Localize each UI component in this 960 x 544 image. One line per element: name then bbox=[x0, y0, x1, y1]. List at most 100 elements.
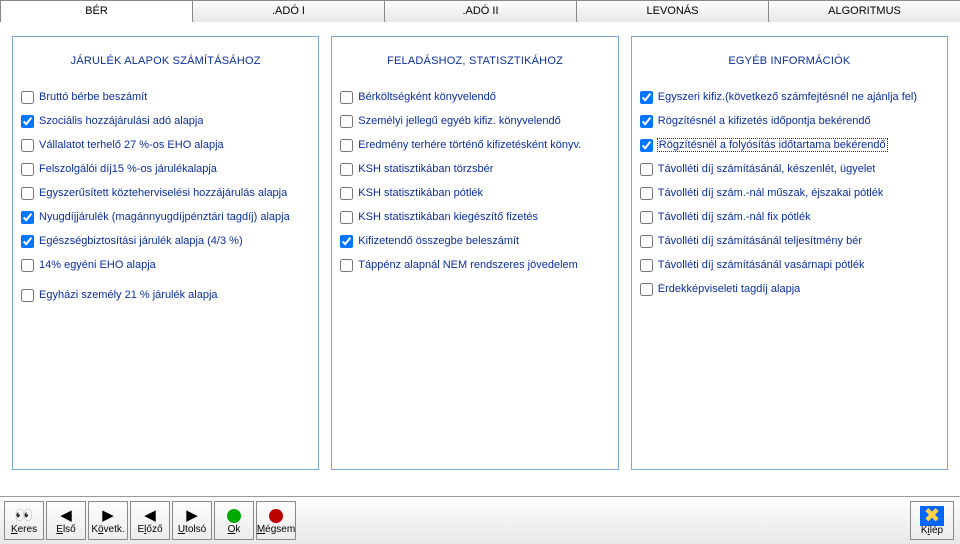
checkbox-row: Rögzítésnél a folyósítás időtartama beké… bbox=[638, 133, 941, 157]
checkbox[interactable] bbox=[340, 91, 353, 104]
checkbox[interactable] bbox=[640, 187, 653, 200]
checkbox-label: Egészségbiztosítási járulék alapja (4/3 … bbox=[39, 235, 243, 247]
checkbox[interactable] bbox=[340, 259, 353, 272]
checkbox[interactable] bbox=[640, 139, 653, 152]
checkbox-label: Eredmény terhére történő kifizetésként k… bbox=[358, 139, 581, 151]
first-icon: ◀ bbox=[60, 507, 72, 525]
checkbox-row: Távolléti díj szám.-nál fix pótlék bbox=[638, 205, 941, 229]
checkbox[interactable] bbox=[340, 163, 353, 176]
checkbox-row: Nyugdíjjárulék (magánnyugdíjpénztári tag… bbox=[19, 205, 312, 229]
checkbox-label: Személyi jellegű egyéb kifiz. könyvelend… bbox=[358, 115, 560, 127]
checkbox-row: Távolléti díj számításánál, készenlét, ü… bbox=[638, 157, 941, 181]
checkbox[interactable] bbox=[21, 187, 34, 200]
checkbox[interactable] bbox=[340, 187, 353, 200]
checkbox[interactable] bbox=[340, 115, 353, 128]
checkbox-label: Távolléti díj számításánál, készenlét, ü… bbox=[658, 163, 876, 175]
checkbox-label: 14% egyéni EHO alapja bbox=[39, 259, 156, 271]
ok-button[interactable]: Ok bbox=[214, 501, 254, 540]
last-icon: ▶ bbox=[186, 507, 198, 525]
checkbox-row: Felszolgálói díj15 %-os járulékalapja bbox=[19, 157, 312, 181]
panel-egyeb: EGYÉB INFORMÁCIÓK Egyszeri kifiz.(követk… bbox=[631, 36, 948, 470]
checkbox-row: Személyi jellegű egyéb kifiz. könyvelend… bbox=[338, 109, 611, 133]
checkbox-label: Táppénz alapnál NEM rendszeres jövedelem bbox=[358, 259, 578, 271]
tab-content: JÁRULÉK ALAPOK SZÁMÍTÁSÁHOZ Bruttó bérbe… bbox=[0, 22, 960, 470]
checkbox-row: Táppénz alapnál NEM rendszeres jövedelem bbox=[338, 253, 611, 277]
toolbar: 👀Keres ◀Első ▶Követk. ◀Előző ▶Utolsó Ok … bbox=[0, 496, 960, 544]
elozo-button[interactable]: ◀Előző bbox=[130, 501, 170, 540]
cancel-icon bbox=[269, 507, 283, 525]
checkbox-row: Rögzítésnél a kifizetés időpontja bekére… bbox=[638, 109, 941, 133]
checkbox-row: Egészségbiztosítási járulék alapja (4/3 … bbox=[19, 229, 312, 253]
checkbox-label: Távolléti díj számításánál vasárnapi pót… bbox=[658, 259, 865, 271]
checkbox[interactable] bbox=[640, 163, 653, 176]
checkbox-row: Érdekképviseleti tagdíj alapja bbox=[638, 277, 941, 301]
tab-levonas[interactable]: LEVONÁS bbox=[576, 0, 769, 22]
checkbox[interactable] bbox=[340, 211, 353, 224]
panel-title: JÁRULÉK ALAPOK SZÁMÍTÁSÁHOZ bbox=[19, 45, 312, 85]
checkbox[interactable] bbox=[21, 289, 34, 302]
checkbox-label: Bérköltségként könyvelendő bbox=[358, 91, 496, 103]
kilep-button[interactable]: ✖Kilép bbox=[910, 501, 954, 540]
utolso-button[interactable]: ▶Utolsó bbox=[172, 501, 212, 540]
keres-button[interactable]: 👀Keres bbox=[4, 501, 44, 540]
checkbox-row: Távolléti díj számításánál vasárnapi pót… bbox=[638, 253, 941, 277]
checkbox[interactable] bbox=[640, 283, 653, 296]
checkbox-label: KSH statisztikában pótlék bbox=[358, 187, 483, 199]
checkbox-label: Érdekképviseleti tagdíj alapja bbox=[658, 283, 800, 295]
checkbox[interactable] bbox=[640, 259, 653, 272]
checkbox[interactable] bbox=[21, 115, 34, 128]
checkbox-row: Kifizetendő összegbe beleszámít bbox=[338, 229, 611, 253]
checkbox-label: Kifizetendő összegbe beleszámít bbox=[358, 235, 519, 247]
checkbox-label: Rögzítésnél a folyósítás időtartama beké… bbox=[657, 138, 888, 152]
checkbox-label: Nyugdíjjárulék (magánnyugdíjpénztári tag… bbox=[39, 211, 290, 223]
checkbox-row: Egyházi személy 21 % járulék alapja bbox=[19, 283, 312, 307]
checkbox[interactable] bbox=[21, 91, 34, 104]
checkbox-row: Eredmény terhére történő kifizetésként k… bbox=[338, 133, 611, 157]
checkbox-label: Egyházi személy 21 % járulék alapja bbox=[39, 289, 218, 301]
checkbox[interactable] bbox=[640, 115, 653, 128]
btn-label: Utolsó bbox=[178, 525, 206, 535]
btn-label: Előző bbox=[137, 525, 162, 535]
checkbox[interactable] bbox=[340, 235, 353, 248]
checkbox-label: KSH statisztikában kiegészítő fizetés bbox=[358, 211, 538, 223]
tab-strip: BÉR .ADÓ I .ADÓ II LEVONÁS ALGORITMUS bbox=[0, 0, 960, 22]
checkbox[interactable] bbox=[340, 139, 353, 152]
toolbar-spacer bbox=[298, 501, 910, 540]
checkbox-row: Távolléti díj számításánál teljesítmény … bbox=[638, 229, 941, 253]
panel-feladas: FELADÁSHOZ, STATISZTIKÁHOZ Bérköltségkén… bbox=[331, 36, 618, 470]
checkbox-label: Egyszeri kifiz.(következő számfejtésnél … bbox=[658, 91, 917, 103]
checkbox[interactable] bbox=[21, 139, 34, 152]
checkbox-label: Szociális hozzájárulási adó alapja bbox=[39, 115, 203, 127]
checkbox-label: Távolléti díj számításánál teljesítmény … bbox=[658, 235, 862, 247]
checkbox-label: Távolléti díj szám.-nál műszak, éjszakai… bbox=[658, 187, 884, 199]
checkbox-row: Egyszeri kifiz.(következő számfejtésnél … bbox=[638, 85, 941, 109]
checkbox-label: Egyszerűsített közteherviselési hozzájár… bbox=[39, 187, 287, 199]
checkbox[interactable] bbox=[21, 259, 34, 272]
kovetk-button[interactable]: ▶Követk. bbox=[88, 501, 128, 540]
tab-ber[interactable]: BÉR bbox=[0, 0, 193, 22]
exit-icon: ✖ bbox=[920, 506, 944, 526]
ok-icon bbox=[227, 507, 241, 525]
checkbox[interactable] bbox=[21, 163, 34, 176]
checkbox[interactable] bbox=[640, 211, 653, 224]
checkbox-row: Szociális hozzájárulási adó alapja bbox=[19, 109, 312, 133]
checkbox[interactable] bbox=[640, 91, 653, 104]
checkbox-row: KSH statisztikában pótlék bbox=[338, 181, 611, 205]
next-icon: ▶ bbox=[102, 507, 114, 525]
checkbox-label: Távolléti díj szám.-nál fix pótlék bbox=[658, 211, 811, 223]
btn-label: Ok bbox=[228, 525, 241, 535]
checkbox[interactable] bbox=[21, 211, 34, 224]
tab-ado1[interactable]: .ADÓ I bbox=[192, 0, 385, 22]
checkbox[interactable] bbox=[21, 235, 34, 248]
tab-ado2[interactable]: .ADÓ II bbox=[384, 0, 577, 22]
btn-label: eres bbox=[18, 524, 37, 535]
checkbox[interactable] bbox=[640, 235, 653, 248]
checkbox-row: 14% egyéni EHO alapja bbox=[19, 253, 312, 277]
checkbox-row: KSH statisztikában kiegészítő fizetés bbox=[338, 205, 611, 229]
megsem-button[interactable]: Mégsem bbox=[256, 501, 296, 540]
panel-title: EGYÉB INFORMÁCIÓK bbox=[638, 45, 941, 85]
checkbox-label: KSH statisztikában törzsbér bbox=[358, 163, 493, 175]
elso-button[interactable]: ◀Első bbox=[46, 501, 86, 540]
tab-algoritmus[interactable]: ALGORITMUS bbox=[768, 0, 960, 22]
checkbox-row: Vállalatot terhelő 27 %-os EHO alapja bbox=[19, 133, 312, 157]
